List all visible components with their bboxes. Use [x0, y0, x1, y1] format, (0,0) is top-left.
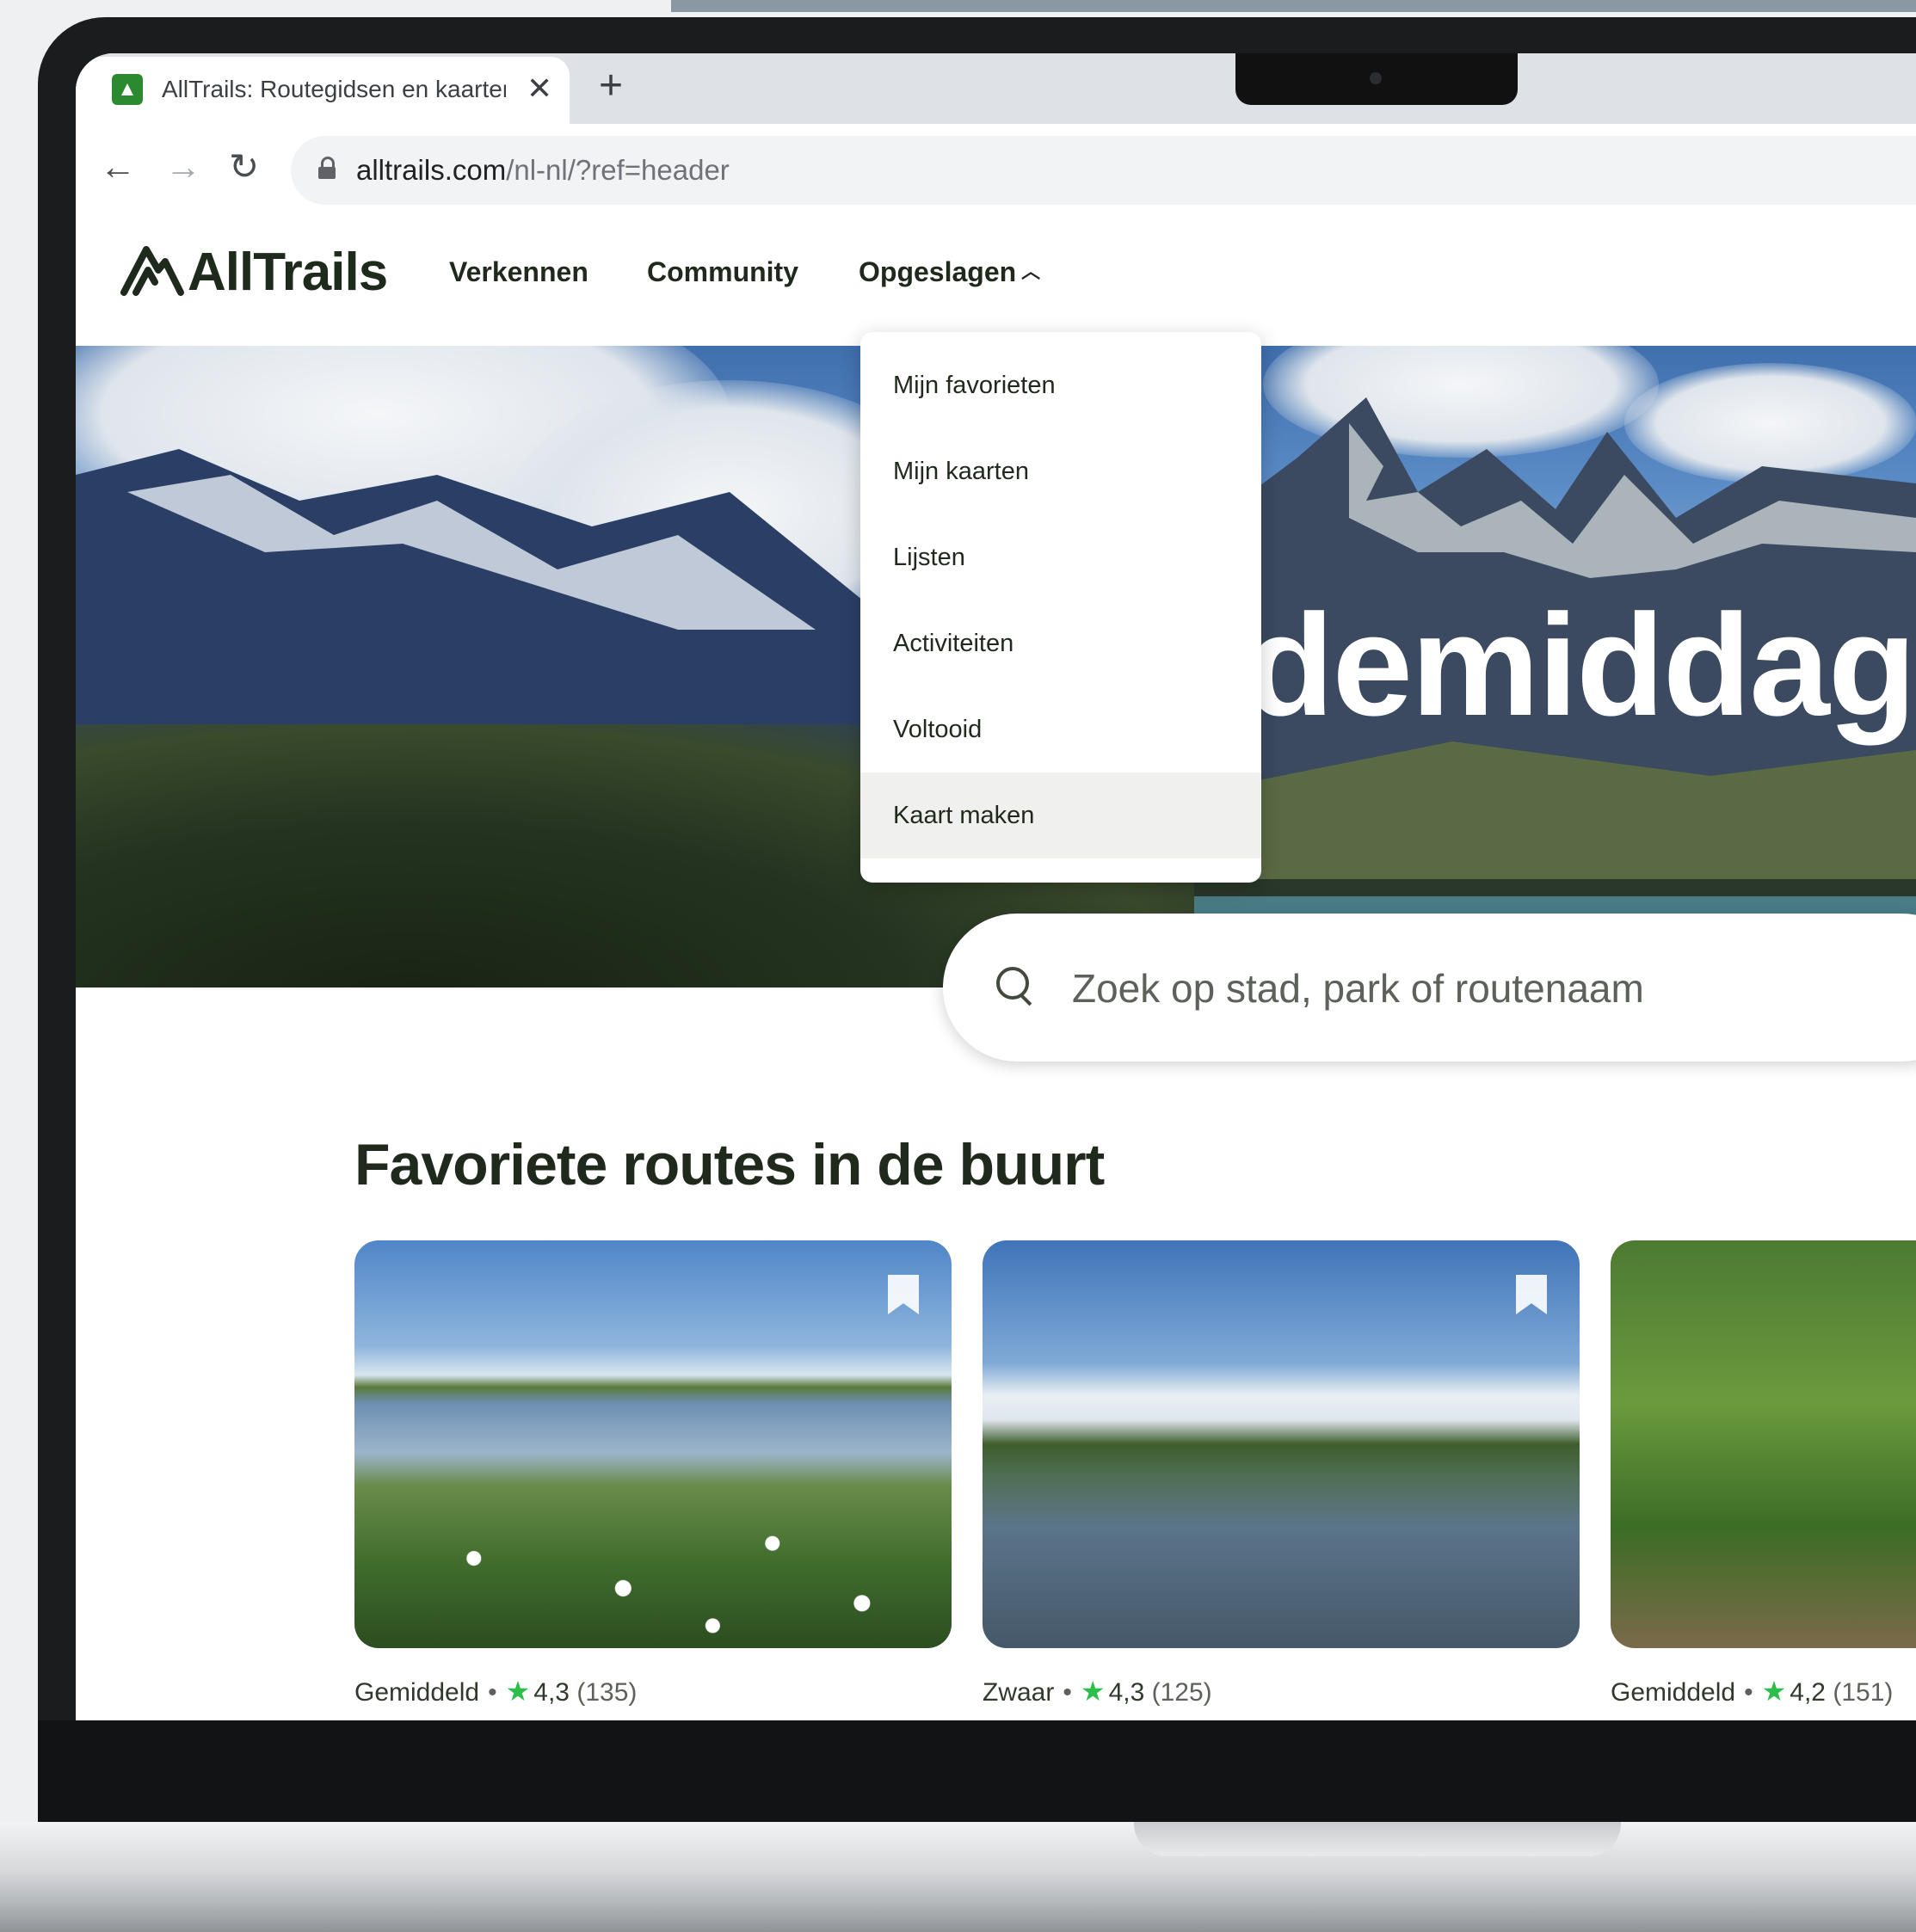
trail-card[interactable]: Gemiddeld • ★ 4,2 (151) — [1611, 1240, 1916, 1720]
search-bar[interactable] — [943, 914, 1916, 1061]
trail-difficulty: Zwaar — [983, 1678, 1055, 1707]
menu-item-kaart-maken[interactable]: Kaart maken — [860, 772, 1261, 858]
nav-verkennen[interactable]: Verkennen — [449, 255, 588, 289]
menu-item-mijn-kaarten[interactable]: Mijn kaarten — [860, 428, 1261, 514]
alltrails-favicon-icon: ▲ — [112, 74, 143, 105]
trail-difficulty: Gemiddeld — [1611, 1678, 1736, 1707]
nav-opgeslagen[interactable]: Opgeslagen ︿ — [859, 255, 1040, 289]
trail-photo[interactable] — [354, 1240, 952, 1648]
camera-notch — [1235, 53, 1518, 105]
menu-item-lijsten[interactable]: Lijsten — [860, 514, 1261, 600]
browser-tab[interactable]: ▲ AllTrails: Routegidsen en kaarten ✕ — [76, 57, 570, 124]
nav-community[interactable]: Community — [647, 255, 798, 289]
separator-dot: • — [1063, 1678, 1072, 1707]
logo-text: AllTrails — [188, 243, 388, 302]
new-tab-button[interactable]: + — [599, 62, 623, 110]
url-domain: alltrails.com — [356, 154, 507, 186]
screen: ▲ AllTrails: Routegidsen en kaarten ✕ + … — [76, 53, 1916, 1720]
back-arrow-icon[interactable]: ← — [100, 145, 136, 189]
lock-icon[interactable] — [318, 157, 336, 179]
trail-rating: 4,2 — [1790, 1678, 1826, 1707]
trail-meta: Gemiddeld • ★ 4,2 (151) — [1611, 1674, 1893, 1710]
laptop-base-notch — [1134, 1822, 1621, 1856]
trail-difficulty: Gemiddeld — [354, 1678, 480, 1707]
bookmark-icon[interactable] — [888, 1275, 919, 1314]
laptop-base — [0, 1822, 1916, 1932]
address-bar[interactable]: alltrails.com/nl-nl/?ref=header — [291, 136, 1916, 205]
tab-strip: ▲ AllTrails: Routegidsen en kaarten ✕ + — [76, 53, 1916, 124]
browser-toolbar: ← → ↻ alltrails.com/nl-nl/?ref=header — [76, 124, 1916, 214]
laptop-bezel-bottom — [38, 1720, 1916, 1822]
trail-rating: 4,3 — [533, 1678, 570, 1707]
trail-meta: Gemiddeld • ★ 4,3 (135) — [354, 1674, 637, 1710]
hero-title: demiddag — [1246, 584, 1916, 746]
trail-photo[interactable] — [1611, 1240, 1916, 1648]
chevron-up-icon: ︿ — [1021, 261, 1041, 282]
trail-review-count: (125) — [1151, 1678, 1212, 1707]
close-tab-icon[interactable]: ✕ — [527, 71, 552, 107]
site-header: AllTrails Verkennen Community Opgeslagen… — [76, 213, 1916, 342]
search-icon — [996, 967, 1032, 1006]
trail-photo[interactable] — [983, 1240, 1580, 1648]
mountain-logo-icon — [120, 246, 184, 296]
trail-review-count: (151) — [1833, 1678, 1894, 1707]
search-input[interactable] — [1070, 955, 1916, 1022]
trail-review-count: (135) — [576, 1678, 638, 1707]
separator-dot: • — [488, 1678, 497, 1707]
trail-card[interactable]: Gemiddeld • ★ 4,3 (135) — [354, 1240, 952, 1720]
section-title: Favoriete routes in de buurt — [354, 1132, 1105, 1197]
menu-item-mijn-favorieten[interactable]: Mijn favorieten — [860, 342, 1261, 428]
nav-opgeslagen-label: Opgeslagen — [859, 256, 1017, 287]
url-path: /nl-nl/?ref=header — [506, 154, 730, 186]
url-text[interactable]: alltrails.com/nl-nl/?ref=header — [356, 153, 730, 188]
separator-dot: • — [1744, 1678, 1753, 1707]
trail-photo-flowers — [354, 1498, 952, 1648]
trail-rating: 4,3 — [1108, 1678, 1145, 1707]
camera-icon — [1370, 72, 1382, 84]
opgeslagen-dropdown: Mijn favorieten Mijn kaarten Lijsten Act… — [860, 332, 1261, 883]
trail-meta: Zwaar • ★ 4,3 (125) — [983, 1674, 1212, 1710]
menu-item-voltooid[interactable]: Voltooid — [860, 686, 1261, 772]
menu-item-activiteiten[interactable]: Activiteiten — [860, 600, 1261, 686]
forward-arrow-icon[interactable]: → — [165, 145, 201, 189]
background-wall — [671, 0, 1916, 12]
star-icon: ★ — [1080, 1676, 1106, 1707]
tab-title: AllTrails: Routegidsen en kaarten — [162, 76, 506, 102]
bookmark-icon[interactable] — [1516, 1275, 1547, 1314]
reload-icon[interactable]: ↻ — [229, 145, 259, 189]
star-icon: ★ — [505, 1676, 531, 1707]
star-icon: ★ — [1761, 1676, 1787, 1707]
trail-card[interactable]: Zwaar • ★ 4,3 (125) — [983, 1240, 1580, 1720]
